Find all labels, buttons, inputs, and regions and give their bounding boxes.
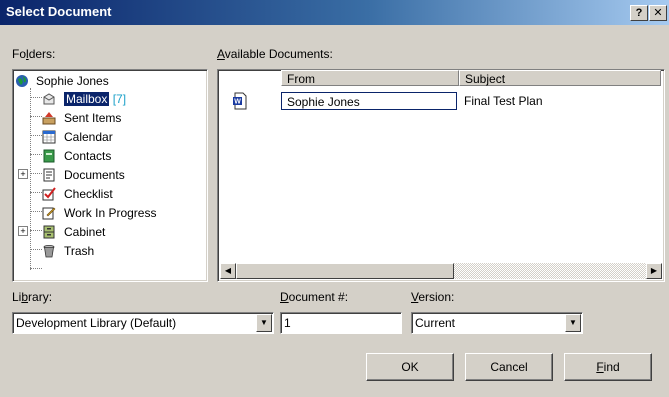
select-document-dialog: Select Document ? ✕ Folders: Sophie Jone… (0, 0, 669, 397)
globe-icon (16, 75, 28, 87)
sent-items-icon (42, 112, 56, 125)
version-dropdown-button[interactable]: ▼ (565, 314, 581, 332)
mailbox-count: [7] (112, 92, 127, 106)
title-bar: Select Document ? ✕ (0, 0, 669, 25)
help-button[interactable]: ? (630, 5, 648, 21)
column-header-subject[interactable]: Subject (459, 70, 661, 86)
word-document-icon: W (233, 92, 247, 110)
documents-expander[interactable]: + (18, 169, 28, 179)
folders-label: Folders: (12, 47, 56, 61)
contacts-icon (43, 149, 55, 163)
work-in-progress-icon (42, 207, 56, 220)
cabinet-icon (43, 225, 55, 239)
library-dropdown[interactable]: Development Library (Default) ▼ (12, 312, 274, 334)
trash-icon (43, 244, 55, 258)
library-value: Development Library (Default) (16, 316, 177, 330)
column-header-from[interactable]: From (281, 70, 459, 86)
folder-tree[interactable]: Sophie Jones Mailbox [7] Sent Items Cale… (12, 69, 208, 282)
mailbox-label: Mailbox (64, 92, 110, 106)
documents-icon (43, 168, 55, 182)
svg-text:W: W (234, 99, 241, 106)
checklist-icon (42, 187, 56, 201)
documents-list[interactable]: From Subject W Sophie Jones Final Test P… (217, 69, 665, 282)
cancel-button[interactable]: Cancel (465, 353, 553, 381)
mailbox-icon (43, 93, 55, 105)
scroll-left-button[interactable]: ◀ (220, 263, 236, 279)
scroll-right-button[interactable]: ▶ (646, 263, 662, 279)
close-button[interactable]: ✕ (649, 5, 667, 21)
version-value: Current (415, 316, 456, 330)
horizontal-scrollbar[interactable]: ◀ ▶ (220, 263, 662, 279)
version-dropdown[interactable]: Current ▼ (411, 312, 583, 334)
available-documents-label: Available Documents: (217, 47, 333, 61)
library-label: Library: (12, 290, 53, 304)
dialog-title: Select Document (6, 4, 112, 19)
row-subject: Final Test Plan (464, 94, 543, 108)
find-button[interactable]: Find (564, 353, 652, 381)
library-dropdown-button[interactable]: ▼ (256, 314, 272, 332)
document-number-label: Document #: (280, 290, 349, 304)
document-number-input[interactable]: 1 (280, 312, 402, 334)
calendar-icon (42, 130, 56, 144)
cabinet-expander[interactable]: + (18, 226, 28, 236)
row-from: Sophie Jones (281, 92, 457, 110)
ok-button[interactable]: OK (366, 353, 454, 381)
scrollbar-thumb[interactable] (236, 263, 454, 279)
version-label: Version: (411, 290, 455, 304)
